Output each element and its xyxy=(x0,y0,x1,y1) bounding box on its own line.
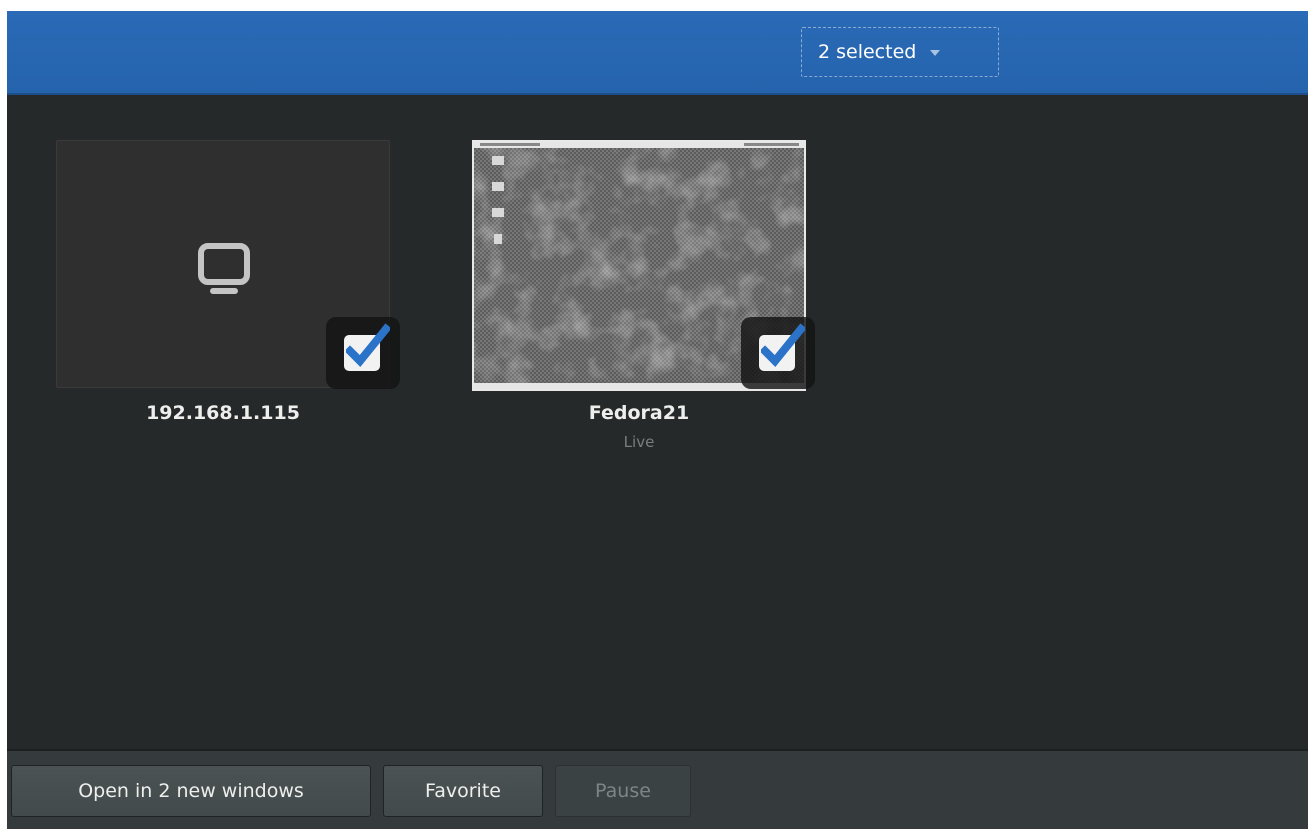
dropdown-arrow-icon xyxy=(930,50,941,56)
item-checkbox[interactable] xyxy=(741,317,815,389)
checkbox-checked-icon xyxy=(344,323,390,371)
favorite-button[interactable]: Favorite xyxy=(383,765,543,817)
item-name-label: 192.168.1.115 xyxy=(146,402,300,424)
item-name-label: Fedora21 xyxy=(588,402,690,424)
collection-view: 192.168.1.115 Fedora21 Live xyxy=(7,95,1308,749)
checkbox-checked-icon xyxy=(759,323,805,371)
monitor-icon xyxy=(198,243,250,294)
action-bar: Open in 2 new windows Favorite Pause xyxy=(7,749,1308,829)
header-bar: 2 selected xyxy=(7,11,1308,95)
open-in-new-windows-button[interactable]: Open in 2 new windows xyxy=(11,765,371,817)
selection-menu-button[interactable]: 2 selected xyxy=(801,27,999,77)
selection-count-label: 2 selected xyxy=(818,41,917,63)
item-status-label: Live xyxy=(623,433,655,451)
boxes-window: 2 selected 192.168.1.115 Fedora21 Live O… xyxy=(7,11,1308,829)
pause-button[interactable]: Pause xyxy=(555,765,691,817)
item-checkbox[interactable] xyxy=(326,317,400,389)
